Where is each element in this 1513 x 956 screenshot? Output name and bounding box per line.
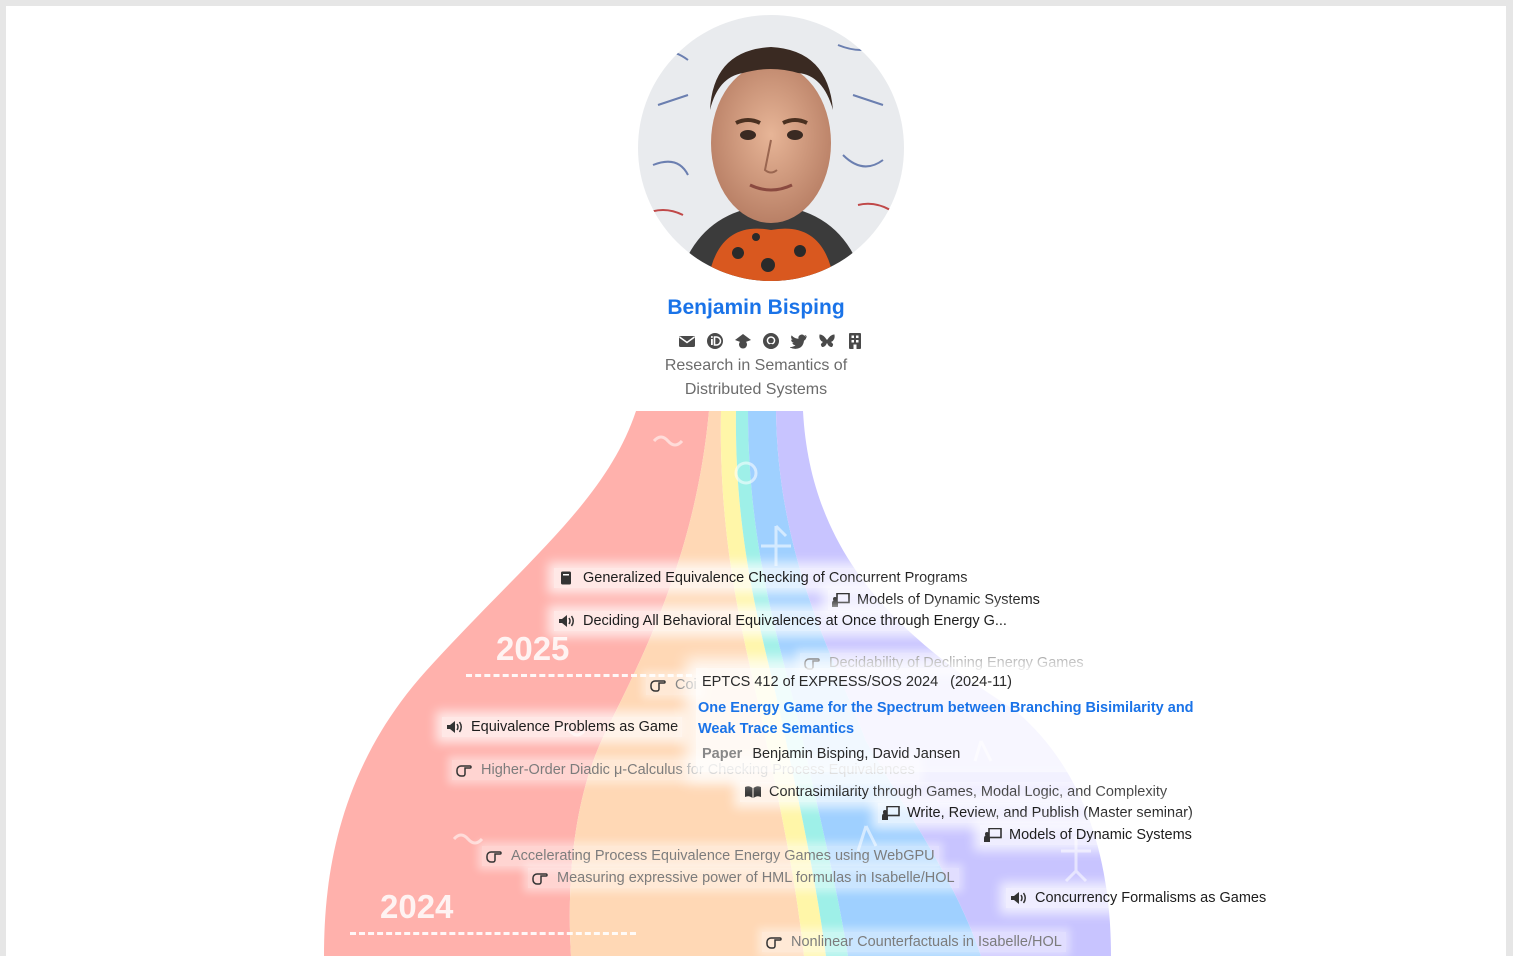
timeline-entry-thesis[interactable]: Nonlinear Counterfactuals in Isabelle/HO… <box>762 932 1066 952</box>
github-icon[interactable] <box>762 332 780 350</box>
entry-title: Coi <box>675 677 697 693</box>
timeline-entry-talk[interactable]: Deciding All Behavioral Equivalences at … <box>554 611 1011 631</box>
popup-meta: Paper Benjamin Bisping, David Jansen <box>702 746 960 762</box>
timeline-entry-publication[interactable]: Generalized Equivalence Checking of Conc… <box>554 568 972 588</box>
tagline-line: Research in Semantics of <box>664 357 848 374</box>
teaching-icon <box>832 592 850 607</box>
profile-tagline: Research in Semantics of Distributed Sys… <box>6 354 1506 402</box>
entry-title: Accelerating Process Equivalence Energy … <box>511 848 935 864</box>
book-icon <box>558 571 574 585</box>
scholar-icon[interactable] <box>734 332 752 350</box>
pointing-hand-icon <box>766 935 782 949</box>
entry-title: Concurrency Formalisms as Games <box>1035 890 1267 906</box>
orcid-icon[interactable] <box>706 332 724 350</box>
teaching-icon <box>984 827 1002 842</box>
talk-icon <box>558 614 574 628</box>
profile-photo <box>638 15 904 281</box>
entry-title: Contrasimilarity through Games, Modal Lo… <box>769 784 1168 800</box>
tagline-line: Distributed Systems <box>684 381 828 398</box>
pointing-hand-icon <box>456 763 472 777</box>
entry-title: Nonlinear Counterfactuals in Isabelle/HO… <box>791 934 1062 950</box>
year-label-2024: 2024 <box>380 888 454 925</box>
pointing-hand-icon <box>650 678 666 692</box>
timeline-entry-teaching[interactable]: Models of Dynamic Systems <box>980 825 1196 845</box>
envelope-icon[interactable] <box>678 332 696 350</box>
page: Benjamin Bisping Research in Semantics o… <box>6 6 1506 956</box>
pointing-hand-icon <box>532 871 548 885</box>
profile-name[interactable]: Benjamin Bisping <box>6 296 1506 320</box>
teaching-icon <box>882 805 900 820</box>
entry-title: Deciding All Behavioral Equivalences at … <box>583 613 1007 629</box>
publication-popup: EPTCS 412 of EXPRESS/SOS 2024 (2024-11) O… <box>696 668 1236 772</box>
timeline-entry-talk[interactable]: Equivalence Problems as Game <box>442 717 683 737</box>
entry-title: Models of Dynamic Systems <box>857 592 1040 608</box>
entry-title: Equivalence Problems as Game <box>471 719 679 735</box>
popup-authors: Benjamin Bisping, David Jansen <box>752 746 961 762</box>
entry-title: Measuring expressive power of HML formul… <box>557 870 955 886</box>
timeline-entry-teaching[interactable]: Models of Dynamic Systems <box>828 590 1044 610</box>
entry-title: Write, Review, and Publish (Master semin… <box>907 805 1193 821</box>
pointing-hand-icon <box>486 849 502 863</box>
popup-title-link[interactable]: One Energy Game for the Spectrum between… <box>698 698 1228 740</box>
timeline-entry-thesis[interactable]: Accelerating Process Equivalence Energy … <box>482 846 939 866</box>
entry-title: Generalized Equivalence Checking of Conc… <box>583 570 968 586</box>
timeline-entry-thesis[interactable]: Measuring expressive power of HML formul… <box>528 868 959 888</box>
twitter-icon[interactable] <box>789 332 808 350</box>
timeline-entry-publication[interactable]: Contrasimilarity through Games, Modal Lo… <box>740 782 1172 802</box>
popup-venue: EPTCS 412 of EXPRESS/SOS 2024 <box>702 674 939 690</box>
bluesky-icon[interactable] <box>818 332 836 350</box>
timeline-entry-thesis[interactable]: Coi <box>646 675 701 695</box>
year-label-2025: 2025 <box>496 630 570 667</box>
entry-title: Models of Dynamic Systems <box>1009 827 1192 843</box>
timeline-entry-teaching[interactable]: Write, Review, and Publish (Master semin… <box>878 803 1197 823</box>
year-divider <box>350 932 636 935</box>
popup-date: (2024-11) <box>950 674 1012 690</box>
timeline-entry-talk[interactable]: Concurrency Formalisms as Games <box>1006 888 1271 908</box>
talk-icon <box>1010 891 1026 905</box>
institution-icon[interactable] <box>846 332 864 350</box>
social-links <box>678 332 864 350</box>
open-book-icon <box>744 785 761 799</box>
popup-kind: Paper <box>702 746 743 762</box>
talk-icon <box>446 720 462 734</box>
popup-venue-line: EPTCS 412 of EXPRESS/SOS 2024 (2024-11) <box>702 674 1012 690</box>
